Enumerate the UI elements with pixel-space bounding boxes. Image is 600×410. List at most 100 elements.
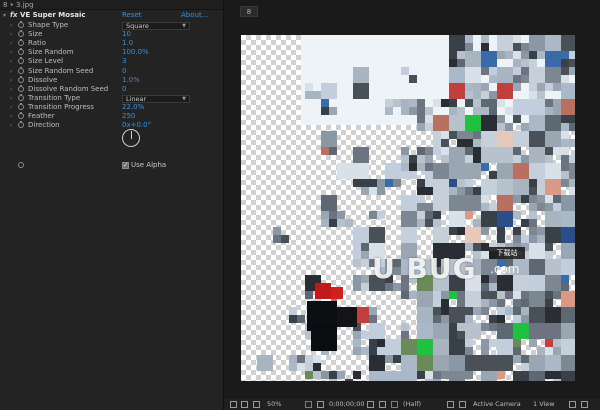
param-label: Size Random [28,48,74,57]
panel-tab-title[interactable]: 8 • 3.jpg [0,0,223,10]
param-row-dissolve-random-seed[interactable]: › Dissolve Random Seed 0 [0,84,224,94]
use-alpha-checkbox[interactable]: ✓ [122,162,129,169]
direction-value[interactable]: 0x+0.0° [122,121,151,130]
effect-controls-panel: 8 • 3.jpg ▾ fx VE Super Mosaic Reset Abo… [0,0,224,410]
param-row-size[interactable]: › Size 10 [0,30,224,39]
param-label: Size Level [28,57,64,66]
param-row-shape-type[interactable]: › Shape Type Square ▼ [0,21,224,30]
mosaic-preview [257,35,575,381]
effect-header-row[interactable]: ▾ fx VE Super Mosaic Reset About... [0,11,224,20]
twirl-icon[interactable]: › [10,30,12,39]
fast-preview-icon[interactable] [569,401,576,408]
dissolve-random-seed-value[interactable]: 0 [122,85,126,94]
stopwatch-icon[interactable] [18,21,24,28]
camera-dropdown[interactable]: Active Camera [473,400,521,409]
composition-viewer[interactable]: U BUG 下载站 .com [241,35,575,381]
param-row-size-random-seed[interactable]: › Size Random Seed 0 [0,66,224,76]
use-alpha-label: Use Alpha [131,161,167,169]
color-channel-icon[interactable] [391,401,398,408]
stopwatch-icon[interactable] [18,30,24,38]
stopwatch-icon[interactable] [18,102,24,110]
transition-type-dropdown[interactable]: Linear ▼ [122,94,190,103]
twirl-icon[interactable]: › [10,57,12,66]
dissolve-value[interactable]: 1.0% [122,76,140,85]
param-row-direction[interactable]: › Direction 0x+0.0° [0,121,224,130]
twirl-icon[interactable]: › [10,76,12,85]
watermark-domain: .com [490,262,520,276]
twirl-icon[interactable]: › [10,94,12,103]
timecode[interactable]: 0;00;00;00 [329,400,365,409]
region-icon[interactable] [241,401,248,408]
resolution-dropdown[interactable]: (Half) [403,400,421,409]
param-row-transition-progress[interactable]: › Transition Progress 22.0% [0,102,224,112]
use-alpha-row[interactable]: ✓ Use Alpha [0,161,224,170]
zoom-dropdown[interactable]: 50% [267,400,281,409]
size-level-value[interactable]: 3 [122,57,126,66]
param-row-ratio[interactable]: › Ratio 1.0 [0,39,224,48]
size-random-seed-value[interactable]: 0 [122,67,126,76]
twirl-icon[interactable]: › [10,112,12,121]
twirl-icon[interactable]: › [10,121,12,130]
chevron-down-icon: ▼ [182,95,186,102]
stopwatch-icon[interactable] [18,66,24,74]
param-label: Shape Type [28,21,69,29]
dropdown-value: Linear [126,94,147,103]
stopwatch-icon[interactable] [18,39,24,47]
transition-progress-value[interactable]: 22.0% [122,103,144,112]
stopwatch-icon[interactable] [18,75,24,83]
transparency-icon[interactable] [459,401,466,408]
twirl-icon[interactable]: › [10,48,12,57]
ratio-value[interactable]: 1.0 [122,39,133,48]
composition-toolbar: 50% 0;00;00;00 (Half) Active Camera 1 Vi… [225,397,600,410]
view-layout-dropdown[interactable]: 1 View [533,400,555,409]
roi-icon[interactable] [447,401,454,408]
reset-button[interactable]: Reset [122,11,142,20]
fx-icon[interactable]: fx [10,11,18,20]
exposure-icon[interactable] [581,401,588,408]
twirl-icon[interactable]: › [10,39,12,48]
param-label: Direction [28,121,60,130]
size-random-value[interactable]: 100.0% [122,48,149,57]
grid-icon[interactable] [253,401,260,408]
shape-type-dropdown[interactable]: Square ▼ [122,22,190,30]
chevron-down-icon: ▼ [182,23,186,29]
stopwatch-icon[interactable] [18,57,24,65]
param-label: Feather [28,112,55,120]
about-button[interactable]: About... [181,11,208,20]
param-label: Transition Progress [28,102,94,111]
param-label: Transition Type [28,93,81,102]
stopwatch-icon[interactable] [18,84,24,92]
watermark-text: U BUG [372,252,477,285]
param-row-feather[interactable]: › Feather 250 [0,112,224,121]
watermark-badge: 下载站 [489,247,525,259]
stopwatch-icon[interactable] [18,121,24,129]
transparency-grid-icon[interactable] [317,401,324,408]
always-preview-icon[interactable] [230,401,237,408]
stopwatch-icon[interactable] [18,162,24,168]
composition-tab[interactable]: 8 [240,6,258,17]
param-label: Ratio [28,39,46,48]
twirl-icon[interactable]: › [10,85,12,94]
camera-snapshot-icon[interactable] [367,401,374,408]
twirl-icon[interactable]: › [10,103,12,112]
size-value[interactable]: 10 [122,30,131,39]
dropdown-value: Square [126,22,149,30]
twirl-icon[interactable]: › [10,21,12,30]
effect-twirl-icon[interactable]: ▾ [3,11,6,20]
fit-icon[interactable] [305,401,312,408]
param-row-transition-type[interactable]: › Transition Type Linear ▼ [0,93,224,103]
param-label: Size Random Seed [28,66,94,75]
show-snapshot-icon[interactable] [379,401,386,408]
stopwatch-icon[interactable] [18,48,24,56]
direction-angle-dial[interactable] [122,129,140,147]
stopwatch-icon[interactable] [18,112,24,119]
feather-value[interactable]: 250 [122,112,135,121]
param-row-size-level[interactable]: › Size Level 3 [0,57,224,66]
effect-name: VE Super Mosaic [20,11,86,19]
param-label: Size [28,30,43,39]
composition-panel: 8 U BUG 下载站 .com 50% 0;00;00;00 (Half) A… [225,0,600,410]
param-row-size-random[interactable]: › Size Random 100.0% [0,48,224,57]
twirl-icon[interactable]: › [10,67,12,76]
stopwatch-icon[interactable] [18,93,24,101]
param-row-dissolve[interactable]: › Dissolve 1.0% [0,75,224,85]
